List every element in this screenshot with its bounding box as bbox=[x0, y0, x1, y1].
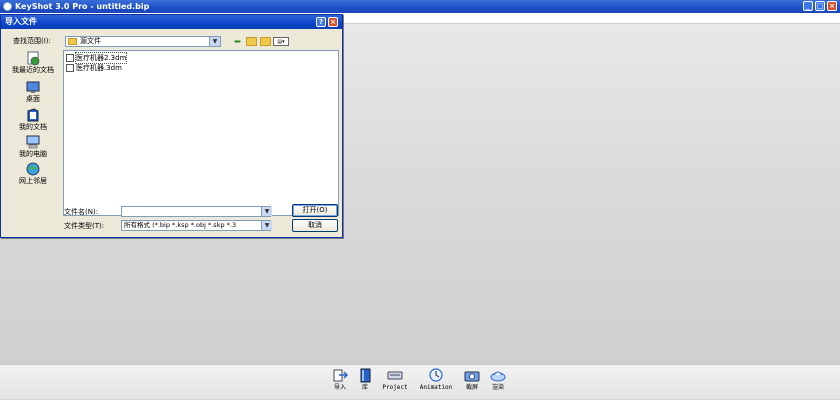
place-my-computer-label: 我的电脑 bbox=[19, 150, 47, 158]
folder-icon bbox=[68, 38, 77, 45]
app-titlebar[interactable]: KeyShot 3.0 Pro - untitled.bip _ □ × bbox=[0, 0, 840, 13]
cancel-button[interactable]: 取消 bbox=[292, 219, 338, 232]
3dm-file-icon bbox=[66, 64, 74, 72]
my-documents-icon bbox=[27, 108, 39, 122]
dialog-close-button[interactable]: × bbox=[328, 17, 338, 27]
toolbar-screenshot-label: 截屏 bbox=[465, 384, 478, 391]
chevron-down-icon[interactable]: ▼ bbox=[261, 221, 272, 230]
window-controls: _ □ × bbox=[803, 1, 837, 11]
place-recent-documents[interactable]: 我最近的文档 bbox=[9, 51, 57, 75]
dialog-controls: ? × bbox=[316, 17, 338, 27]
maximize-button[interactable]: □ bbox=[815, 1, 825, 11]
toolbar-animation-button[interactable]: Animation bbox=[416, 367, 456, 392]
dialog-titlebar[interactable]: 导入文件 ? × bbox=[1, 15, 342, 29]
keyshot-app-icon bbox=[3, 2, 12, 11]
import-file-dialog: 导入文件 ? × 查找范围(I): 源文件 ▼ ⬅ ▤▾ 我最近的文档 桌面 我… bbox=[0, 14, 343, 238]
chevron-down-icon[interactable]: ▼ bbox=[261, 207, 272, 216]
bottom-toolbar: 导入 库 Project Animation 截屏 渲染 bbox=[0, 364, 840, 399]
filename-label: 文件名(N): bbox=[64, 208, 99, 216]
new-folder-icon[interactable] bbox=[260, 37, 271, 46]
open-button[interactable]: 打开(O) bbox=[292, 204, 338, 217]
desktop-icon bbox=[26, 81, 40, 93]
look-in-label: 查找范围(I): bbox=[13, 37, 51, 45]
toolbar-project-label: Project bbox=[382, 384, 408, 391]
back-icon[interactable]: ⬅ bbox=[232, 37, 243, 46]
toolbar-render-button[interactable]: 渲染 bbox=[478, 367, 518, 392]
minimize-button[interactable]: _ bbox=[803, 1, 813, 11]
place-my-documents-label: 我的文档 bbox=[19, 123, 47, 131]
toolbar-render-label: 渲染 bbox=[491, 384, 504, 391]
file-name: 医疗机器.3dm bbox=[76, 64, 122, 72]
view-menu-icon[interactable]: ▤▾ bbox=[273, 37, 289, 46]
toolbar-library-label: 库 bbox=[361, 384, 368, 391]
place-desktop-label: 桌面 bbox=[26, 95, 40, 103]
place-network[interactable]: 网上邻居 bbox=[9, 162, 57, 186]
project-icon bbox=[387, 371, 403, 380]
render-icon bbox=[490, 371, 506, 382]
my-computer-icon bbox=[26, 135, 40, 149]
network-places-icon bbox=[26, 162, 40, 176]
close-button[interactable]: × bbox=[827, 1, 837, 11]
recent-documents-icon bbox=[27, 51, 40, 66]
up-folder-icon[interactable] bbox=[246, 37, 257, 46]
toolbar-animation-label: Animation bbox=[419, 384, 453, 391]
file-item[interactable]: 医疗机器.3dm bbox=[66, 63, 122, 73]
look-in-dropdown[interactable]: 源文件 ▼ bbox=[65, 36, 221, 47]
library-icon bbox=[360, 368, 371, 383]
place-recent-label: 我最近的文档 bbox=[12, 66, 54, 74]
place-network-label: 网上邻居 bbox=[19, 177, 47, 185]
toolbar-project-button[interactable]: Project bbox=[375, 367, 415, 392]
place-my-computer[interactable]: 我的电脑 bbox=[9, 135, 57, 159]
file-name: 医疗机器2.3dm bbox=[74, 52, 128, 64]
chevron-down-icon[interactable]: ▼ bbox=[209, 37, 220, 46]
dialog-help-button[interactable]: ? bbox=[316, 17, 326, 27]
animation-icon bbox=[429, 368, 443, 382]
file-list[interactable]: 医疗机器2.3dm 医疗机器.3dm bbox=[63, 50, 339, 216]
file-item[interactable]: 医疗机器2.3dm bbox=[66, 52, 128, 64]
3dm-file-icon bbox=[66, 54, 74, 62]
place-desktop[interactable]: 桌面 bbox=[9, 80, 57, 104]
filetype-label: 文件类型(T): bbox=[64, 222, 105, 230]
filename-input[interactable] bbox=[121, 206, 271, 217]
place-my-documents[interactable]: 我的文档 bbox=[9, 108, 57, 132]
filetype-select[interactable]: 所有格式 (*.bip *.ksp *.obj *.skp *.3 bbox=[121, 220, 271, 231]
app-title: KeyShot 3.0 Pro - untitled.bip bbox=[15, 2, 150, 11]
dialog-title: 导入文件 bbox=[5, 17, 37, 26]
look-in-value: 源文件 bbox=[80, 37, 101, 45]
